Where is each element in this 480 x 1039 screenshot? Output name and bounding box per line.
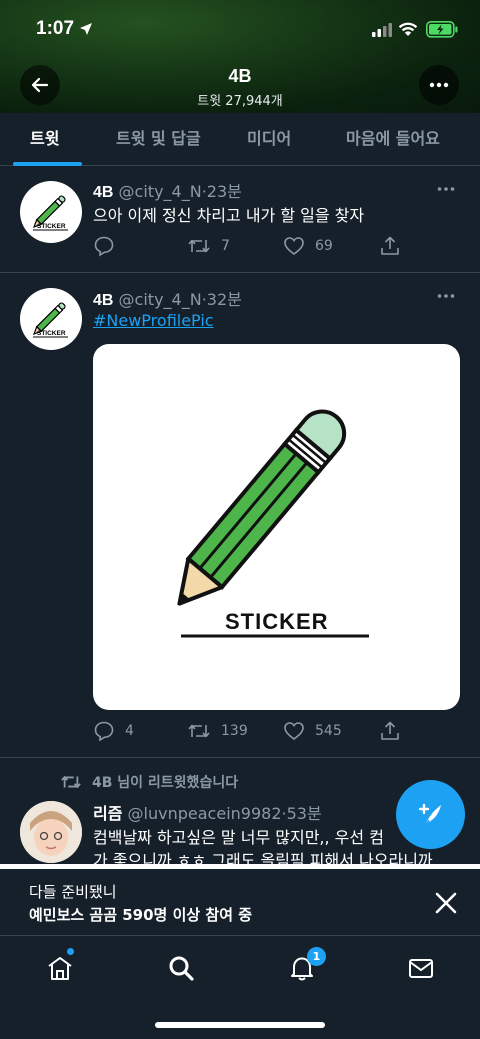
retweet-count: 7 [221, 238, 230, 254]
location-arrow-icon [80, 23, 92, 35]
tweet-count: 트윗 27,944개 [197, 94, 283, 109]
retweet-button[interactable]: 7 [187, 234, 230, 258]
avatar[interactable]: STICKER [20, 288, 82, 350]
avatar[interactable]: STICKER [20, 181, 82, 243]
tweet-text: 으아 이제 정신 차리고 내가 할 일을 찾자 [93, 206, 365, 225]
status-time: 1:07 [36, 18, 75, 39]
tweet-actions: 7 69 [93, 234, 413, 258]
compose-tweet-button[interactable] [396, 780, 465, 849]
tab-media[interactable]: 미디어 [247, 113, 291, 166]
tweet-media-image[interactable]: STICKER [93, 344, 460, 710]
tweet-more-icon[interactable] [437, 293, 455, 299]
display-name[interactable]: 4B [93, 292, 113, 309]
profile-tabs: 트윗 트윗 및 답글 미디어 마음에 들어요 [0, 113, 480, 166]
tab-likes[interactable]: 마음에 들어요 [346, 113, 440, 166]
page-title: 4B [228, 66, 252, 86]
more-horizontal-icon [429, 82, 449, 88]
banner-subtitle: 예민보스 곰곰 590명 이상 참여 중 [29, 906, 253, 924]
tab-tweets[interactable]: 트윗 [30, 113, 59, 166]
like-button[interactable]: 69 [283, 234, 333, 258]
handle[interactable]: @luvnpeacein9982 [128, 804, 282, 823]
spaces-banner[interactable]: 다들 준비됐니 예민보스 곰곰 590명 이상 참여 중 [0, 869, 480, 936]
share-button[interactable] [379, 234, 401, 258]
tweet-header: 4B @city_4_N·23분 [93, 178, 242, 202]
tweet-header: 4B @city_4_N·32분 [93, 286, 242, 310]
handle[interactable]: @city_4_N [119, 290, 202, 309]
close-icon[interactable] [432, 889, 460, 917]
retweet-icon [188, 239, 210, 253]
handle[interactable]: @city_4_N [119, 182, 202, 201]
timestamp: ·53분 [281, 804, 322, 823]
tweet-more-icon[interactable] [437, 186, 455, 192]
reply-button[interactable] [93, 234, 125, 258]
tweet-header: 리즘 @luvnpeacein9982·53분 [93, 800, 322, 824]
status-bar: 1:07 [0, 18, 480, 44]
share-icon [381, 721, 399, 740]
home-indicator[interactable] [155, 1022, 325, 1028]
wifi-icon [398, 22, 418, 36]
tweet-text: 컴백날짜 하고싶은 말 너무 많지만,, 우선 컴 [93, 828, 384, 847]
hashtag-link[interactable]: #NewProfilePic [93, 311, 214, 330]
tab-tweets-and-replies[interactable]: 트윗 및 답글 [116, 113, 201, 166]
pencil-sticker-logo: STICKER [177, 409, 369, 638]
home-unread-dot [67, 948, 74, 955]
svg-text:STICKER: STICKER [225, 609, 329, 634]
notification-badge: 1 [307, 947, 326, 966]
banner-title: 다들 준비됐니 [29, 883, 117, 901]
search-icon[interactable] [167, 954, 195, 982]
retweeted-by-label: 4B 님이 리트윗했습니다 [60, 772, 238, 792]
reply-count: 4 [125, 723, 134, 739]
svg-text:STICKER: STICKER [37, 223, 66, 230]
retweet-button[interactable]: 139 [187, 719, 248, 743]
share-icon [381, 236, 399, 255]
battery-icon [426, 21, 458, 38]
tweet-actions: 4 139 545 [93, 719, 413, 743]
pencil-sticker-logo: STICKER [33, 302, 68, 338]
avatar[interactable] [20, 801, 82, 863]
share-button[interactable] [379, 719, 401, 743]
retweet-icon [61, 776, 81, 788]
like-count: 69 [315, 238, 333, 254]
cellular-signal-icon [372, 23, 392, 37]
timestamp: ·23분 [201, 182, 242, 201]
like-button[interactable]: 545 [283, 719, 342, 743]
pencil-sticker-logo: STICKER [33, 195, 68, 231]
retweet-icon [188, 724, 210, 738]
more-options-button[interactable] [419, 65, 459, 105]
retweeted-by-text[interactable]: 4B 님이 리트윗했습니다 [92, 772, 238, 792]
heart-icon [284, 722, 304, 741]
like-count: 545 [315, 723, 342, 739]
reply-button[interactable]: 4 [93, 719, 134, 743]
home-icon[interactable] [46, 954, 74, 982]
reply-icon [94, 721, 114, 742]
heart-icon [284, 237, 304, 256]
tweet[interactable]: STICKER 4B @city_4_N·23분 으아 이제 정신 차리고 내가… [0, 166, 480, 273]
messages-mail-icon[interactable] [407, 954, 435, 982]
display-name[interactable]: 4B [93, 184, 113, 201]
user-photo [20, 801, 82, 863]
compose-feather-icon [418, 803, 441, 827]
timestamp: ·32분 [201, 290, 242, 309]
display-name[interactable]: 리즘 [93, 806, 122, 823]
reply-icon [94, 236, 114, 257]
retweet-count: 139 [221, 723, 248, 739]
svg-text:STICKER: STICKER [37, 330, 66, 337]
